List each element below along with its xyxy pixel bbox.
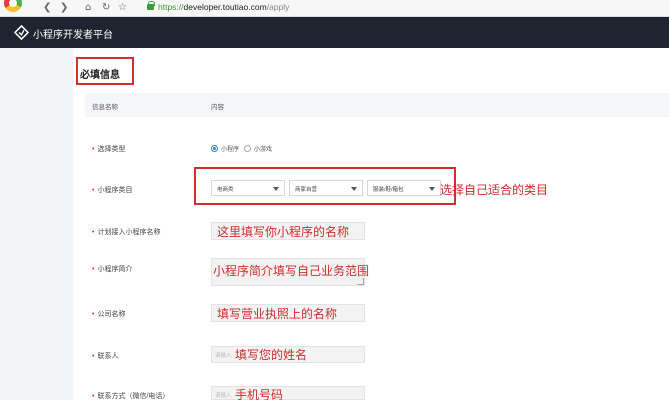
table-header: 信息名称 内容: [85, 93, 669, 117]
row-label-contact: • 联系人: [92, 353, 119, 360]
lock-icon: [147, 1, 155, 10]
browser-toolbar: ❮ ❯ ⌂ ↻ ☆ https://developer.toutiao.com/…: [0, 0, 669, 17]
url-host: developer.toutiao.com: [183, 2, 267, 12]
category-highlight-box: [194, 167, 456, 205]
row-label-intro: • 小程序简介: [92, 266, 133, 273]
radio-label-mini-program: 小程序: [221, 147, 240, 153]
annotation-phone: 手机号码: [235, 388, 284, 400]
row-label-app-name: • 计划接入小程序名称: [92, 229, 161, 236]
annotation-category: 选择自己适合的类目: [440, 183, 549, 197]
address-bar[interactable]: https://developer.toutiao.com/apply: [158, 2, 289, 12]
contact-placeholder: 请输入: [215, 353, 232, 359]
home-icon[interactable]: ⌂: [85, 1, 91, 14]
phone-placeholder: 请输入: [215, 393, 232, 399]
radio-mini-game[interactable]: [244, 145, 251, 152]
back-icon[interactable]: ❮: [43, 1, 51, 14]
annotation-company: 填写营业执照上的名称: [217, 307, 338, 321]
forward-icon[interactable]: ❯: [60, 1, 68, 14]
row-label-phone: • 联系方式（微信/电话）: [92, 393, 170, 400]
reload-icon[interactable]: ↻: [102, 1, 110, 14]
radio-mini-program[interactable]: [211, 145, 218, 152]
row-label-category: • 小程序类目: [92, 187, 133, 194]
platform-logo-icon: [14, 25, 29, 40]
app-header: 小程序开发者平台: [0, 17, 669, 48]
col-header-content: 内容: [211, 104, 224, 111]
annotation-contact: 填写您的姓名: [235, 348, 308, 362]
platform-title: 小程序开发者平台: [33, 30, 113, 41]
annotation-intro: 小程序简介填写自己业务范围: [213, 264, 370, 278]
section-title: 必填信息: [80, 70, 120, 81]
bookmark-icon[interactable]: ☆: [118, 1, 127, 14]
row-label-type: • 选择类型: [92, 146, 126, 153]
radio-label-mini-game: 小游戏: [254, 147, 273, 153]
row-label-company: • 公司名称: [92, 311, 126, 318]
annotation-app-name: 这里填写你小程序的名称: [217, 225, 350, 239]
url-path: /apply: [266, 2, 290, 12]
url-protocol: https://: [158, 2, 184, 12]
browser-logo-icon: [4, 0, 22, 12]
col-header-name: 信息名称: [92, 104, 118, 111]
resize-handle-icon[interactable]: [357, 278, 364, 285]
